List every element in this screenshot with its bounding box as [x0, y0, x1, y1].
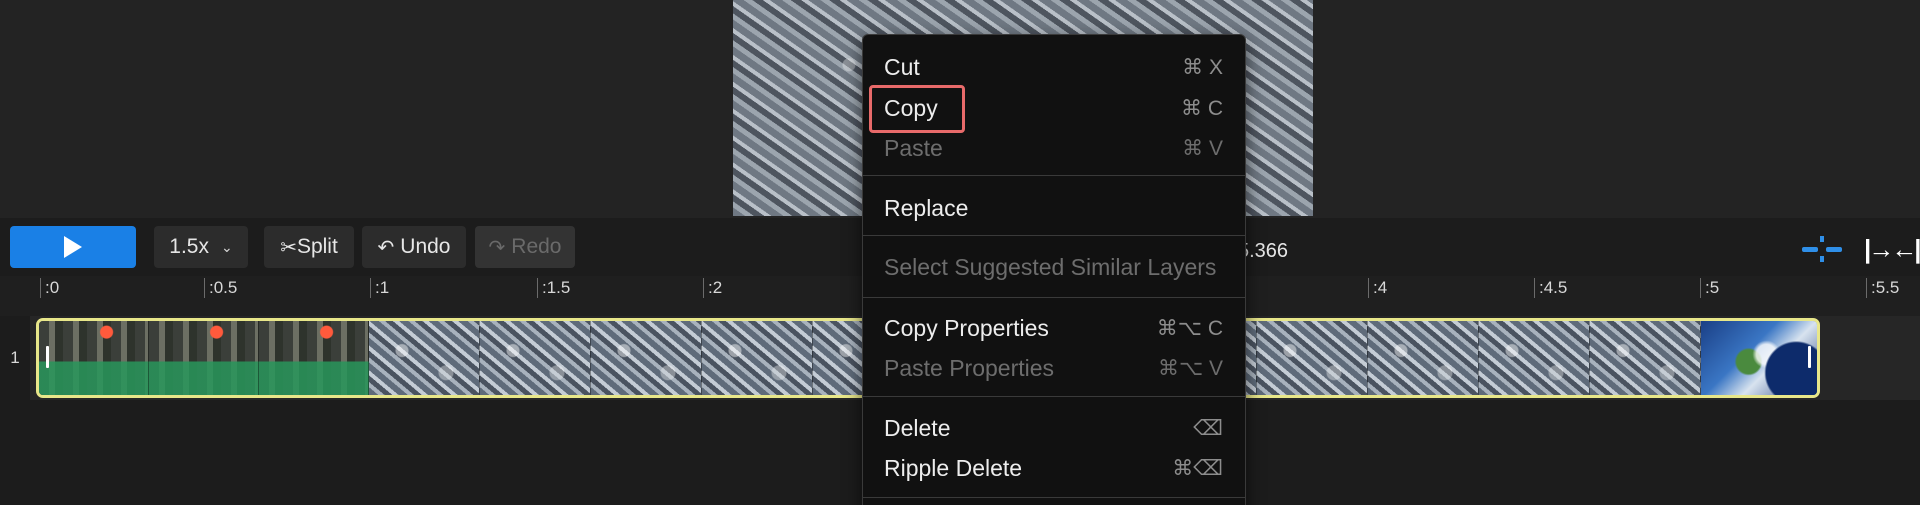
clip-thumbnail [591, 321, 702, 395]
menu-item-label: Ripple Delete [884, 454, 1023, 481]
menu-item-copy[interactable]: Copy ⌘ C [863, 90, 1245, 126]
ruler-tick: :4.5 [1534, 278, 1567, 298]
ruler-tick: :5.5 [1866, 278, 1899, 298]
redo-icon: ↷ [488, 236, 506, 259]
menu-item-copy-properties[interactable]: Copy Properties ⌘⌥ C [863, 310, 1245, 346]
ruler-tick: :1 [370, 278, 389, 298]
menu-separator [863, 497, 1245, 498]
menu-item-shortcut: ⌘⌥ C [1156, 316, 1223, 340]
menu-item-label: Replace [884, 194, 969, 221]
menu-item-ripple-delete[interactable]: Ripple Delete ⌘⌫ [863, 450, 1245, 486]
split-label: Split [296, 235, 338, 258]
backspace-icon: ⌫ [1193, 416, 1223, 440]
undo-button[interactable]: ↶ Undo [362, 226, 466, 268]
menu-item-paste[interactable]: Paste ⌘ V [863, 130, 1245, 166]
redo-label: Redo [511, 235, 562, 258]
clip-thumbnail [149, 321, 259, 395]
menu-separator [863, 297, 1245, 298]
snapping-toggle-icon[interactable] [1800, 236, 1844, 262]
playback-speed-value: 1.5x [169, 235, 209, 258]
menu-item-shortcut: ⌘ X [1182, 55, 1223, 79]
video-editor: ••• 1.5x ⌄ ✂ Split ↶ Undo ↷ Redo 5.366 |… [0, 0, 1920, 505]
play-icon [64, 236, 82, 258]
menu-item-paste-properties[interactable]: Paste Properties ⌘⌥ V [863, 350, 1245, 386]
menu-item-label: Copy Properties [884, 314, 1049, 341]
clip-thumbnail [1479, 321, 1590, 395]
clip-thumbnail [1257, 321, 1368, 395]
clip-thumbnail [259, 321, 369, 395]
clip-thumbnail [369, 321, 480, 395]
clip-thumbnail [480, 321, 591, 395]
ruler-tick: :0.5 [204, 278, 237, 298]
clip-thumbnail [39, 321, 149, 395]
ruler-tick: :4 [1368, 278, 1387, 298]
split-button[interactable]: ✂ Split [264, 226, 354, 268]
menu-separator [863, 396, 1245, 397]
track-number: 1 [10, 348, 20, 367]
ruler-tick: :0 [40, 278, 59, 298]
menu-item-shortcut: ⌘⌥ V [1157, 356, 1223, 380]
clip-thumbnail [702, 321, 813, 395]
menu-item-select-similar[interactable]: Select Suggested Similar Layers [863, 249, 1245, 285]
menu-item-shortcut: ⌘⌫ [1172, 456, 1223, 480]
menu-separator [863, 235, 1245, 236]
ruler-tick: :2 [703, 278, 722, 298]
undo-label: Undo [400, 235, 451, 258]
scissors-icon: ✂ [280, 236, 297, 259]
menu-item-label: Select Suggested Similar Layers [884, 253, 1217, 280]
menu-separator [863, 175, 1245, 176]
clip-trim-handle-left[interactable] [46, 346, 49, 368]
playback-speed-select[interactable]: 1.5x ⌄ [154, 226, 248, 268]
ruler-tick: :1.5 [537, 278, 570, 298]
zoom-to-fit-icon[interactable]: |→←| [1864, 234, 1920, 265]
menu-item-delete[interactable]: Delete ⌫ [863, 410, 1245, 446]
clip-trim-handle-right[interactable] [1808, 346, 1811, 368]
menu-item-cut[interactable]: Cut ⌘ X [863, 49, 1245, 85]
ruler-tick: :5 [1700, 278, 1719, 298]
menu-item-label: Cut [884, 53, 920, 80]
menu-item-label: Paste [884, 134, 943, 161]
redo-button[interactable]: ↷ Redo [475, 226, 575, 268]
clip-thumbnail [1368, 321, 1479, 395]
menu-item-shortcut: ⌘ C [1181, 96, 1223, 120]
clip-thumbnail [1701, 321, 1817, 395]
context-menu: Cut ⌘ X Copy ⌘ C Paste ⌘ V Replace Selec… [862, 34, 1246, 505]
menu-item-shortcut: ⌘ V [1182, 136, 1223, 160]
play-button[interactable] [10, 226, 136, 268]
menu-item-label: Copy [884, 94, 938, 121]
menu-item-label: Paste Properties [884, 354, 1055, 381]
chevron-down-icon: ⌄ [220, 238, 233, 255]
menu-item-label: Delete [884, 414, 951, 441]
menu-item-replace[interactable]: Replace [863, 190, 1245, 226]
clip-thumbnail [1590, 321, 1701, 395]
undo-icon: ↶ [377, 236, 395, 259]
